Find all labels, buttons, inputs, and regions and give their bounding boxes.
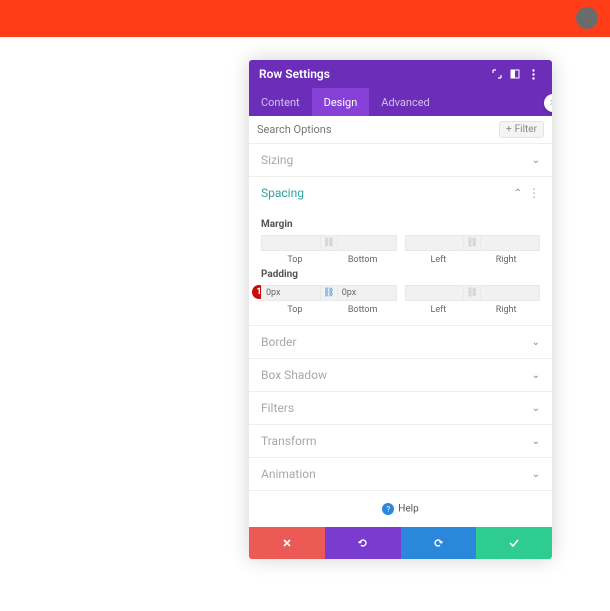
padding-left-input[interactable] <box>405 285 465 301</box>
padding-bottom-input[interactable]: 0px <box>337 285 397 301</box>
cancel-button[interactable] <box>249 527 325 559</box>
menu-dots-icon[interactable] <box>524 69 542 80</box>
margin-label: Margin <box>261 219 540 230</box>
chevron-down-icon: ⌄ <box>532 337 540 348</box>
row-settings-modal: Row Settings Content Design Advanced ✕ +… <box>249 60 552 559</box>
snap-icon[interactable] <box>506 69 524 79</box>
search-row: +Filter <box>249 116 552 144</box>
padding-top-input[interactable]: 0px <box>261 285 321 301</box>
tab-advanced[interactable]: Advanced <box>369 88 441 116</box>
redo-button[interactable] <box>401 527 477 559</box>
padding-row: 1 0px ⛓ 0px TopBottom ⛓ LeftRight <box>261 285 540 315</box>
section-header-animation[interactable]: Animation⌄ <box>249 458 552 490</box>
modal-header: Row Settings <box>249 60 552 88</box>
section-header-border[interactable]: Border⌄ <box>249 326 552 358</box>
section-menu-icon[interactable]: ⋮ <box>528 186 540 200</box>
section-header-spacing[interactable]: Spacing ⌃ ⋮ <box>249 177 552 209</box>
section-header-transform[interactable]: Transform⌄ <box>249 425 552 457</box>
section-boxshadow: Box Shadow⌄ <box>249 359 552 392</box>
section-transform: Transform⌄ <box>249 425 552 458</box>
section-header-sizing[interactable]: Sizing ⌄ <box>249 144 552 176</box>
chevron-down-icon: ⌄ <box>532 403 540 414</box>
tab-content[interactable]: Content <box>249 88 312 116</box>
modal-title: Row Settings <box>259 67 330 81</box>
chevron-up-icon: ⌃ <box>514 188 522 199</box>
chevron-down-icon: ⌄ <box>532 155 540 166</box>
section-animation: Animation⌄ <box>249 458 552 491</box>
modal-footer <box>249 527 552 559</box>
tab-design[interactable]: Design <box>312 88 370 116</box>
filter-button[interactable]: +Filter <box>499 121 544 138</box>
chevron-down-icon: ⌄ <box>532 370 540 381</box>
chevron-down-icon: ⌄ <box>532 469 540 480</box>
section-border: Border⌄ <box>249 326 552 359</box>
help-icon: ? <box>382 503 394 515</box>
help-link[interactable]: ?Help <box>249 491 552 527</box>
margin-row: ⛓ TopBottom ⛓ LeftRight <box>261 235 540 265</box>
modal-tabs: Content Design Advanced ✕ <box>249 88 552 116</box>
avatar[interactable] <box>576 7 598 29</box>
section-filters: Filters⌄ <box>249 392 552 425</box>
padding-label: Padding <box>261 269 540 280</box>
spacing-body: Margin ⛓ TopBottom ⛓ LeftR <box>249 209 552 325</box>
undo-button[interactable] <box>325 527 401 559</box>
page-topbar <box>0 0 610 37</box>
save-button[interactable] <box>476 527 552 559</box>
search-input[interactable] <box>257 123 499 136</box>
margin-right-input[interactable] <box>480 235 540 251</box>
section-header-boxshadow[interactable]: Box Shadow⌄ <box>249 359 552 391</box>
margin-left-input[interactable] <box>405 235 465 251</box>
section-sizing: Sizing ⌄ <box>249 144 552 177</box>
section-header-filters[interactable]: Filters⌄ <box>249 392 552 424</box>
link-icon[interactable]: ⛓ <box>321 235 337 251</box>
link-icon[interactable]: ⛓ <box>321 285 337 301</box>
section-spacing: Spacing ⌃ ⋮ Margin ⛓ TopBottom ⛓ <box>249 177 552 326</box>
margin-bottom-input[interactable] <box>337 235 397 251</box>
expand-icon[interactable] <box>488 69 506 79</box>
link-icon[interactable]: ⛓ <box>464 235 480 251</box>
margin-top-input[interactable] <box>261 235 321 251</box>
chevron-down-icon: ⌄ <box>532 436 540 447</box>
close-icon[interactable]: ✕ <box>544 94 552 112</box>
link-icon[interactable]: ⛓ <box>464 285 480 301</box>
padding-right-input[interactable] <box>480 285 540 301</box>
